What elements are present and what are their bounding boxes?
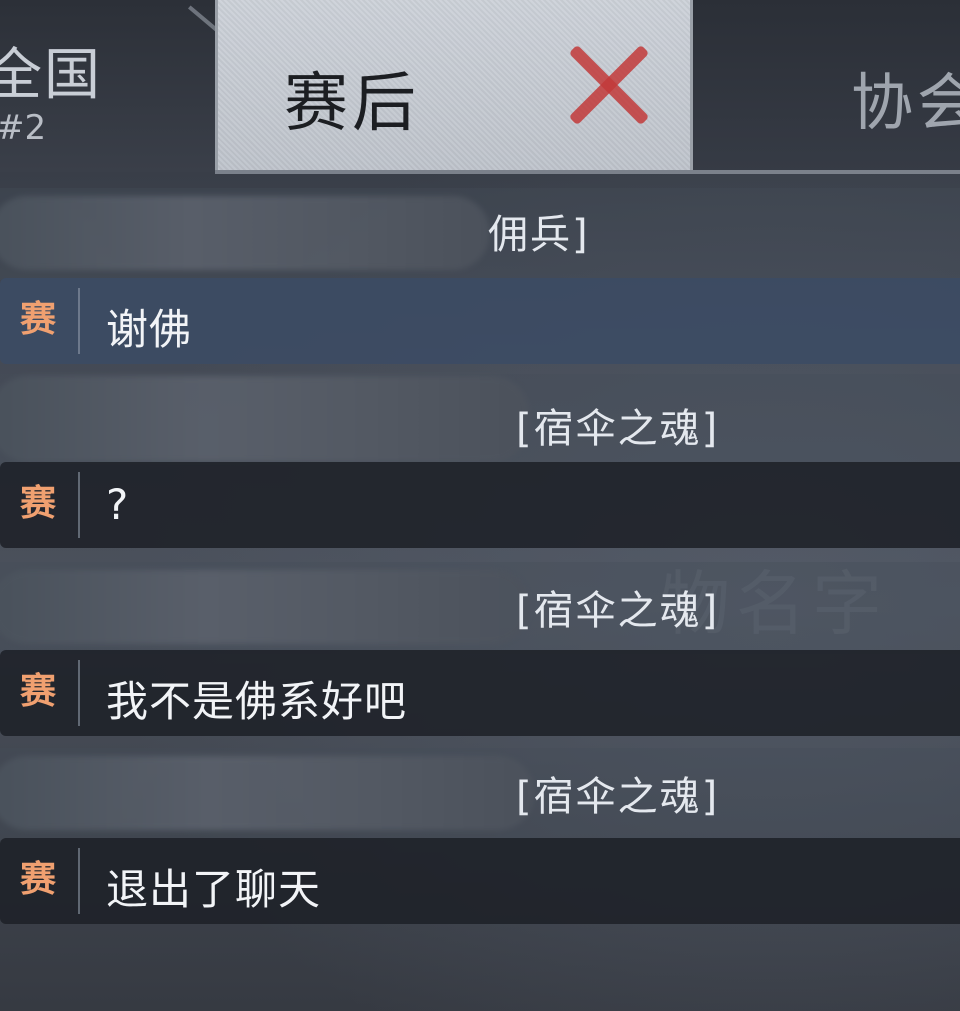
sender-row: [宿伞之魂]: [0, 748, 960, 840]
sender-role: [宿伞之魂]: [516, 588, 720, 634]
message-text: 退出了聊天: [106, 865, 322, 914]
redacted-username: [0, 376, 530, 462]
tab-bar: 全国 #2 赛后 协会: [0, 0, 960, 174]
match-badge: 赛: [19, 483, 56, 524]
message-text: 我不是佛系好吧: [106, 677, 408, 726]
tab-national-rank: #2: [0, 108, 47, 148]
chat-message[interactable]: 赛 ?: [0, 462, 960, 548]
sender-role: 佣兵]: [488, 212, 590, 258]
redacted-username: [0, 196, 490, 270]
redacted-username: [0, 756, 535, 830]
message-text: ?: [106, 480, 130, 529]
tab-national[interactable]: 全国 #2: [0, 0, 225, 172]
message-divider: [78, 288, 80, 354]
message-divider: [78, 472, 80, 538]
chat-message[interactable]: 赛 我不是佛系好吧: [0, 650, 960, 736]
sender-role: [宿伞之魂]: [516, 406, 720, 452]
tab-post-match[interactable]: 赛后: [215, 0, 693, 170]
sender-row: 佣兵]: [0, 188, 960, 280]
message-divider: [78, 660, 80, 726]
message-text: 谢佛: [106, 305, 193, 354]
message-divider: [78, 848, 80, 914]
match-badge: 赛: [19, 671, 56, 712]
chat-message[interactable]: 赛 退出了聊天: [0, 838, 960, 924]
chat-message[interactable]: 赛 谢佛: [0, 278, 960, 364]
match-badge: 赛: [19, 299, 56, 340]
tab-association[interactable]: 协会: [693, 0, 960, 172]
redacted-username: [0, 570, 530, 644]
sender-role: [宿伞之魂]: [516, 774, 720, 820]
tab-national-label: 全国: [0, 43, 102, 108]
close-x-icon[interactable]: [563, 40, 653, 130]
tab-underline: [215, 170, 960, 174]
sender-row: [宿伞之魂]: [0, 562, 960, 654]
tab-association-label: 协会: [851, 66, 960, 139]
match-badge: 赛: [19, 859, 56, 900]
sender-row: [宿伞之魂]: [0, 374, 960, 466]
tab-post-match-label: 赛后: [284, 67, 420, 141]
